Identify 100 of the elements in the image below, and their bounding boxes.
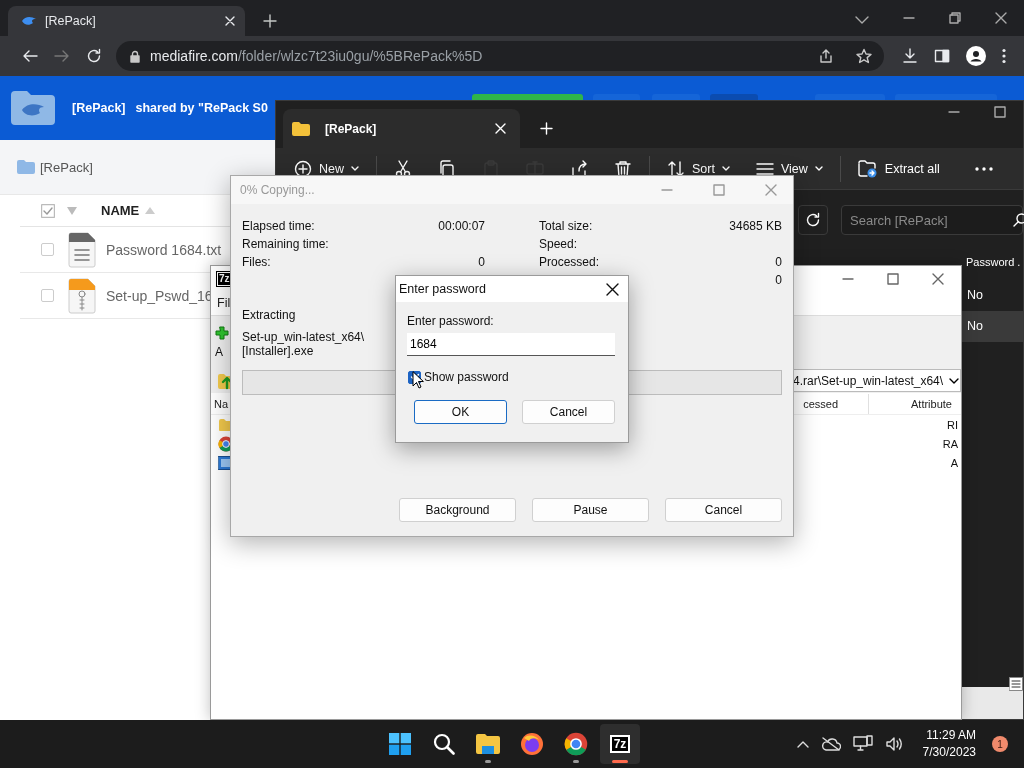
search-field[interactable]: Search [RePack] (841, 205, 1023, 235)
running-indicator (573, 760, 579, 763)
profile-icon[interactable] (966, 46, 986, 66)
row-checkbox[interactable] (41, 289, 54, 302)
sort-arrow-icon (145, 207, 156, 214)
chevron-up-icon[interactable] (796, 740, 809, 748)
text-file-icon (68, 231, 96, 268)
browser-icon (520, 732, 544, 756)
maximize-icon[interactable] (887, 272, 899, 285)
breadcrumb-link[interactable]: [RePack] (40, 159, 93, 175)
close-icon[interactable] (606, 282, 619, 296)
archive-file-icon (68, 277, 96, 314)
start-icon (389, 733, 411, 755)
maximize-icon[interactable] (994, 106, 1006, 118)
stat-label: Remaining time: (242, 237, 329, 251)
field-label: Enter password: (407, 314, 495, 328)
tab-title: [RePack] (45, 14, 97, 28)
menu-item[interactable]: Fil (217, 296, 231, 310)
browser-icon (564, 732, 588, 756)
folder-icon (291, 120, 311, 137)
column-header[interactable]: Password . (962, 244, 1023, 280)
table-cell[interactable]: No (962, 280, 1023, 311)
search-icon (433, 733, 455, 755)
refresh-button[interactable] (798, 205, 828, 235)
shared-by-text: shared by "RePack S0 (135, 101, 268, 115)
running-indicator (612, 760, 628, 763)
tab-title: [RePack] (325, 121, 377, 136)
stat-label: Speed: (539, 237, 578, 251)
restore-icon[interactable] (949, 12, 961, 24)
table-cell: RI (947, 418, 958, 431)
clock[interactable]: 11:29 AM 7/30/2023 (922, 727, 976, 761)
star-icon[interactable] (856, 48, 872, 64)
details-view-icon[interactable] (1009, 677, 1023, 691)
cloud-icon[interactable] (820, 737, 841, 751)
table-cell: A (950, 456, 958, 469)
password-field[interactable]: 1684 (407, 333, 615, 356)
clipboard-icon (482, 159, 500, 178)
folder-title: [RePack] (72, 101, 126, 115)
status-text: Extracting (242, 308, 296, 322)
back-icon[interactable] (22, 48, 38, 64)
caret-icon (949, 377, 960, 384)
select-all-checkbox[interactable] (41, 203, 55, 218)
archiver-logo: 7z (217, 271, 232, 286)
extract-all-button[interactable]: Extract all (844, 152, 953, 185)
dialog-title: Enter password (399, 282, 486, 296)
caret-icon (814, 166, 823, 171)
stat-label: Processed: (539, 255, 600, 269)
stat-value: 0 (478, 255, 485, 269)
stat-value: 0 (775, 273, 782, 287)
background-button[interactable]: Background (399, 498, 516, 522)
table-cell[interactable]: No (962, 311, 1023, 342)
new-tab-icon[interactable] (263, 14, 277, 28)
pause-button[interactable]: Pause (532, 498, 649, 522)
file-name[interactable]: Password 1684.txt (106, 241, 222, 258)
taskbar-button[interactable]: 7z (600, 724, 640, 764)
folder-arrow-icon (857, 159, 878, 178)
plus-icon (215, 325, 229, 340)
close-icon[interactable] (995, 12, 1007, 24)
running-indicator (485, 760, 491, 763)
checkbox-label[interactable]: Show password (424, 370, 509, 384)
explorer-tab[interactable]: [RePack] (283, 109, 520, 148)
lock-icon (130, 49, 140, 63)
network-icon[interactable] (852, 735, 873, 753)
add-button[interactable]: A (215, 325, 229, 359)
more-icon (974, 166, 993, 171)
url-text: mediafire.com/folder/wlzc7t23iu0gu/%5BRePack%5D (150, 48, 483, 64)
stat-value: 0 (775, 255, 782, 269)
file-name[interactable]: Set-up_Pswd_16 (106, 287, 213, 304)
cancel-button[interactable]: Cancel (665, 498, 782, 522)
column-header[interactable]: Attribute (911, 397, 961, 410)
file-path: Set-up_win-latest_x64\ [Installer].exe (242, 330, 365, 358)
search-icon (1013, 213, 1024, 227)
table-cell: RA (942, 437, 958, 450)
column-header[interactable]: cessed (803, 397, 838, 410)
column-header[interactable]: Na (214, 397, 229, 410)
path-dropdown[interactable]: 4.rar\Set-up_win-latest_x64\ (791, 369, 961, 392)
menu-icon[interactable] (1002, 48, 1006, 64)
stat-label: Files: (242, 255, 271, 269)
cancel-button[interactable]: Cancel (522, 400, 615, 424)
refresh-icon (805, 212, 821, 228)
browser-tab[interactable]: [RePack] (8, 6, 245, 36)
caret-icon (351, 166, 359, 171)
stat-label: Total size: (539, 219, 593, 233)
stat-label: Elapsed time: (242, 219, 315, 233)
stat-value: 34685 KB (729, 219, 782, 233)
address-bar[interactable]: mediafire.com/folder/wlzc7t23iu0gu/%5BRePack%5D (116, 41, 884, 71)
folder-icon (16, 159, 36, 175)
share-icon[interactable] (818, 48, 834, 64)
row-checkbox[interactable] (41, 243, 54, 256)
tab-search-icon[interactable] (855, 16, 869, 24)
volume-icon[interactable] (884, 736, 903, 752)
notification-badge[interactable]: 1 (992, 736, 1008, 752)
column-header[interactable]: NAME (101, 203, 140, 218)
archiver-logo: 7z (609, 735, 631, 753)
forward-icon[interactable] (54, 48, 70, 64)
side-panel-icon[interactable] (934, 48, 950, 64)
ok-button[interactable]: OK (414, 400, 507, 424)
download-icon[interactable] (902, 48, 918, 64)
reload-icon[interactable] (86, 48, 102, 64)
dialog-title: 0% Copying... (240, 183, 315, 197)
